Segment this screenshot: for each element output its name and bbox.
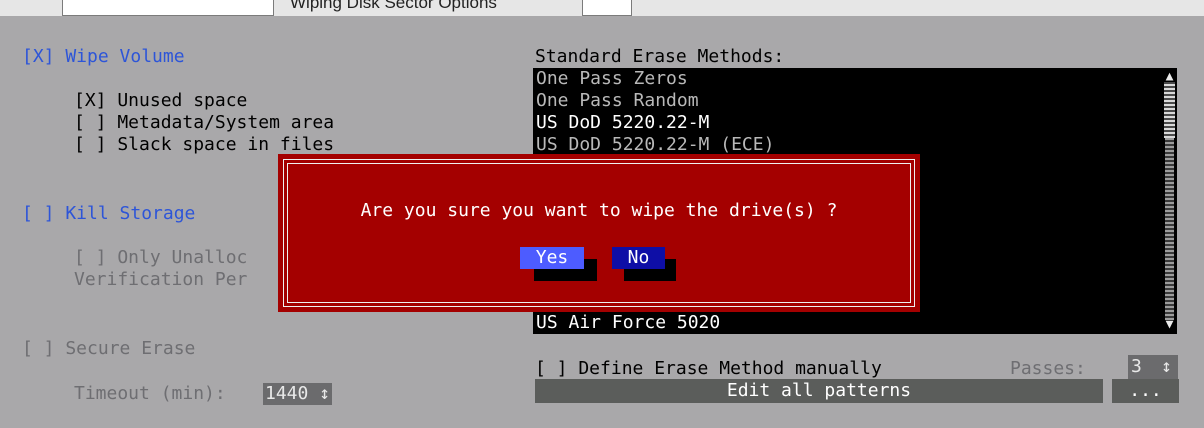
define-manually-checkbox[interactable]: [ ] Define Erase Method manually — [535, 358, 882, 380]
timeout-value: 1440 — [265, 383, 309, 404]
top-small-box[interactable] — [582, 0, 632, 16]
only-unallocated-checkbox[interactable]: [ ] Only Unalloc — [74, 247, 247, 269]
slack-space-checkbox[interactable]: [ ] Slack space in files — [74, 134, 334, 156]
kill-storage-checkbox[interactable]: [ ] Kill Storage — [22, 203, 195, 225]
list-item[interactable]: One Pass Random — [536, 90, 699, 112]
patterns-more-button[interactable]: ... — [1112, 379, 1179, 403]
dialog-border-inner — [287, 163, 911, 303]
passes-value: 3 — [1131, 356, 1142, 377]
passes-input[interactable]: 3 ↕ — [1128, 355, 1178, 379]
timeout-input[interactable]: 1440 ↕ — [263, 383, 333, 405]
secure-erase-checkbox[interactable]: [ ] Secure Erase — [22, 338, 195, 360]
scroll-down-arrow-icon[interactable]: ▼ — [1162, 318, 1177, 332]
unused-space-checkbox[interactable]: [X] Unused space — [74, 90, 247, 112]
list-item[interactable]: One Pass Zeros — [536, 68, 688, 90]
metadata-system-checkbox[interactable]: [ ] Metadata/System area — [74, 112, 334, 134]
confirm-dialog: Are you sure you want to wipe the drive(… — [278, 154, 920, 312]
list-item[interactable]: US DoD 5220.22-M (ECE) — [536, 134, 774, 156]
top-input-box[interactable] — [62, 0, 274, 16]
timeout-label: Timeout (min): — [74, 383, 226, 404]
edit-all-patterns-button[interactable]: Edit all patterns — [535, 379, 1103, 403]
list-item[interactable]: US Air Force 5020 — [536, 312, 720, 334]
list-item[interactable]: US DoD 5220.22-M — [536, 112, 709, 134]
passes-label: Passes: — [1010, 358, 1086, 379]
scroll-thumb[interactable] — [1164, 82, 1175, 138]
dialog-message: Are you sure you want to wipe the drive(… — [360, 200, 838, 221]
methods-scrollbar[interactable]: ▲ ▼ — [1162, 68, 1177, 334]
verification-percent-label: Verification Per — [74, 269, 248, 290]
timeout-stepper-icon[interactable]: ↕ — [319, 383, 330, 404]
top-toolbar: Wiping Disk Sector Options — [0, 0, 1204, 16]
passes-stepper-icon[interactable]: ↕ — [1161, 355, 1172, 379]
top-bar-text: Wiping Disk Sector Options — [290, 0, 497, 12]
yes-button[interactable]: Yes — [520, 247, 584, 269]
wipe-volume-checkbox[interactable]: [X] Wipe Volume — [22, 46, 185, 68]
methods-heading: Standard Erase Methods: — [535, 46, 785, 67]
no-button[interactable]: No — [612, 247, 665, 269]
